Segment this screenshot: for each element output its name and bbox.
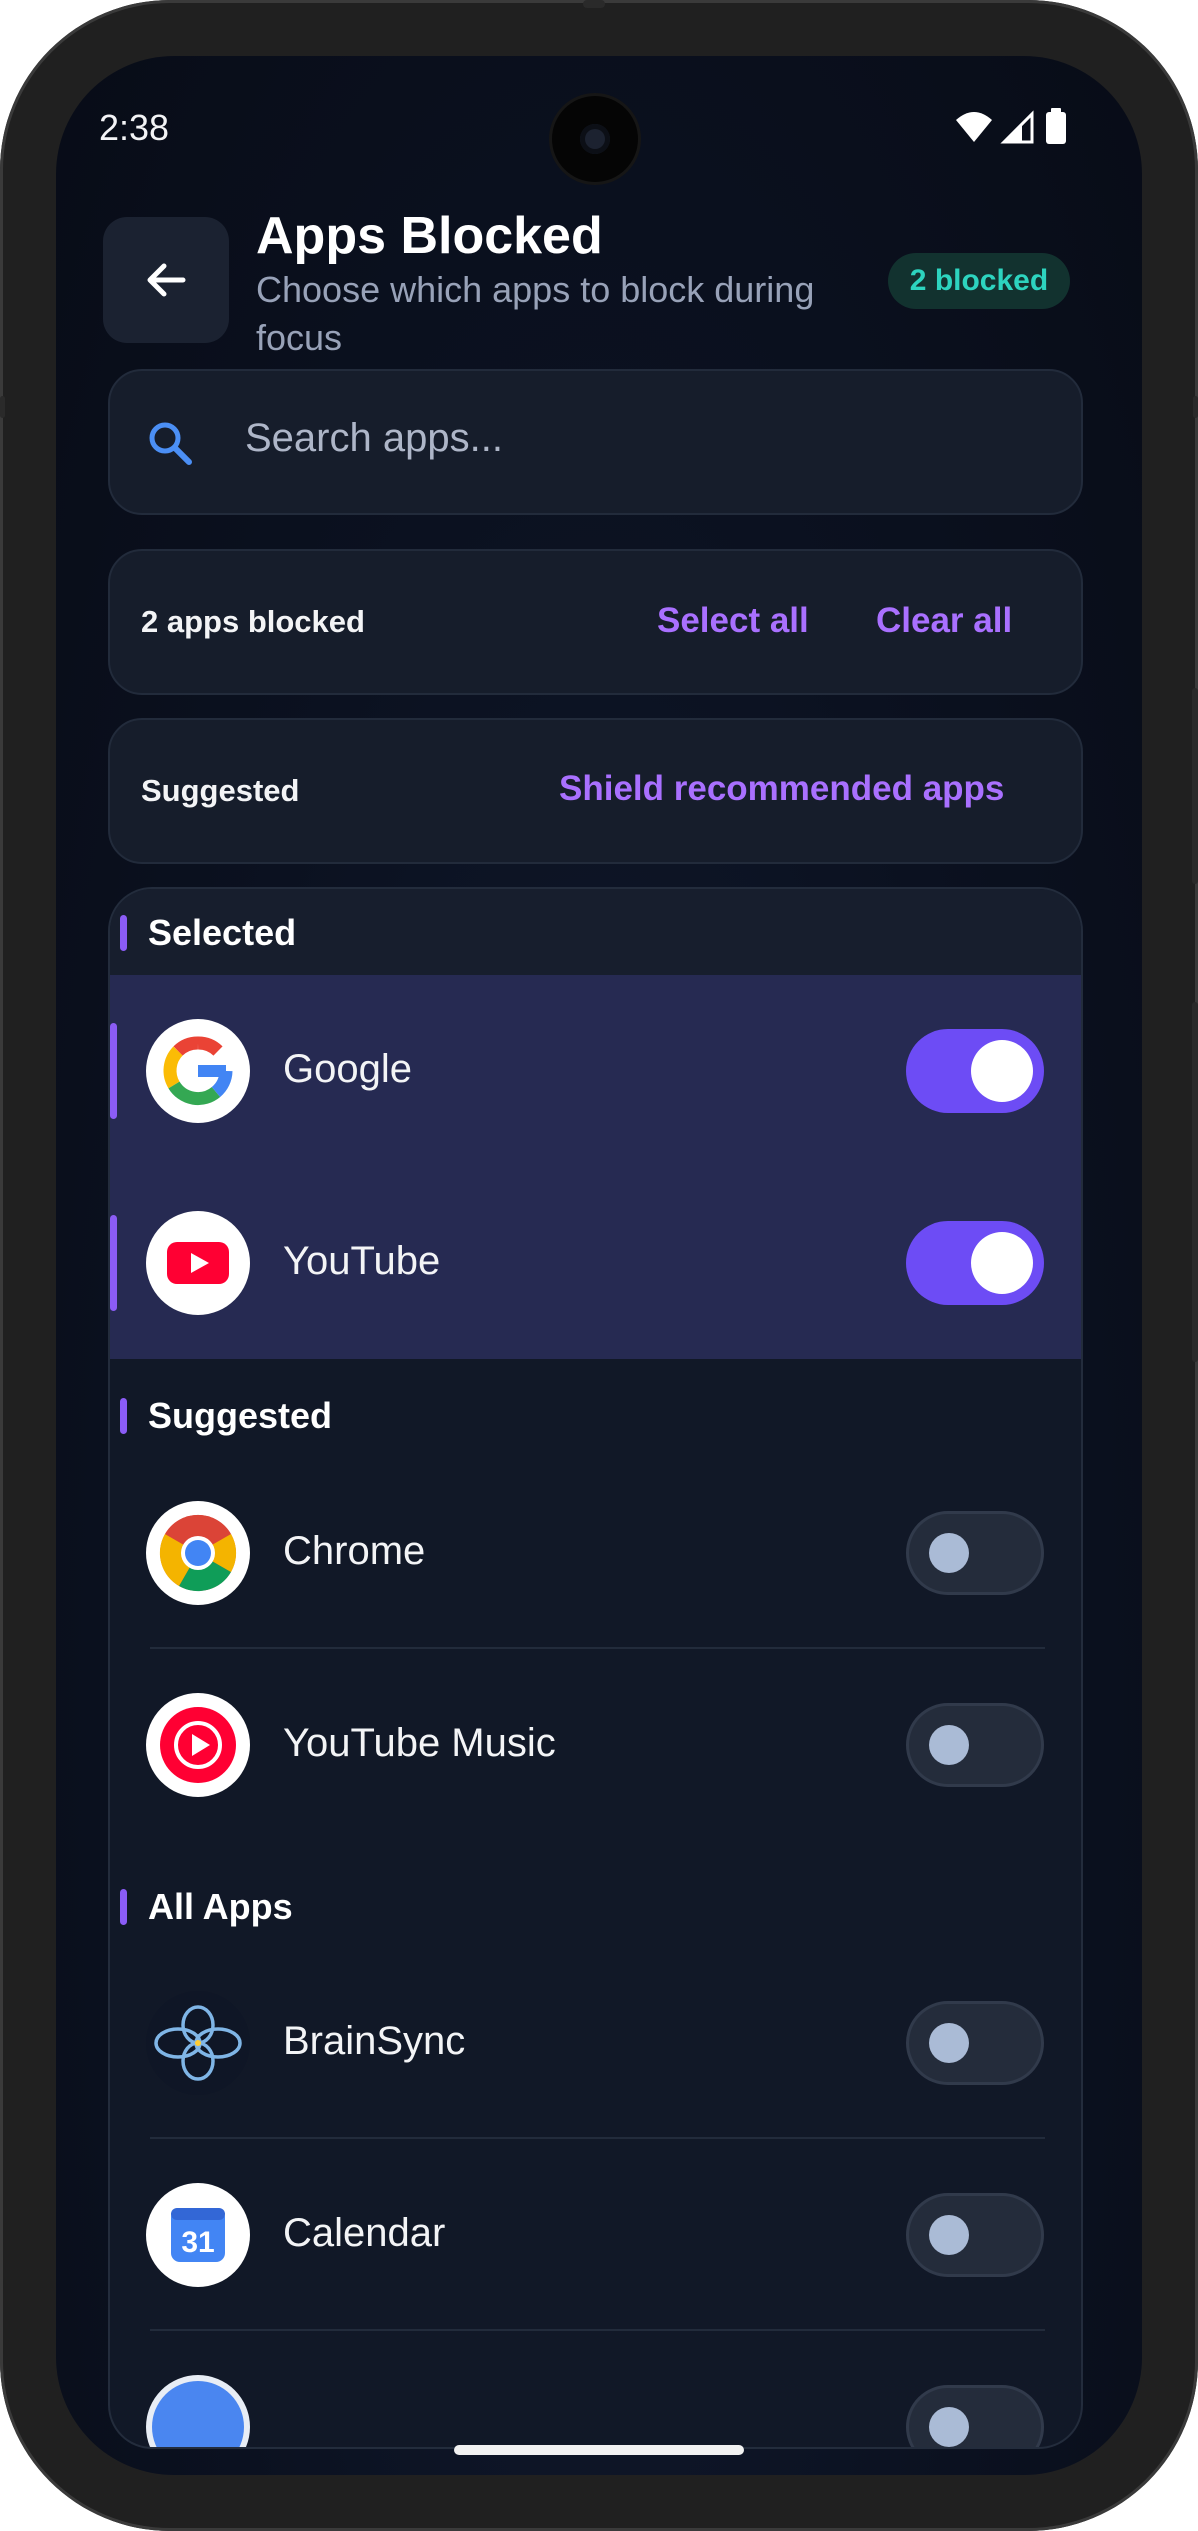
- app-icon: [146, 2375, 250, 2447]
- toggle-knob: [929, 1533, 969, 1573]
- wifi-icon: [956, 112, 992, 142]
- app-name: Calendar: [283, 2211, 446, 2255]
- section-header-selected: Selected: [148, 912, 297, 953]
- front-camera: [552, 96, 638, 182]
- app-row-calendar[interactable]: 31 Calendar: [110, 2139, 1081, 2331]
- blocked-count-label: 2 apps blocked: [141, 604, 365, 639]
- toggle-knob: [929, 2023, 969, 2063]
- app-name: YouTube Music: [283, 1721, 556, 1765]
- svg-text:31: 31: [181, 2226, 214, 2259]
- block-toggle-youtube[interactable]: [906, 1221, 1044, 1305]
- shield-recommended-button[interactable]: Shield recommended apps: [559, 769, 1004, 809]
- youtube-icon: [146, 1211, 250, 1315]
- block-toggle-calendar[interactable]: [906, 2193, 1044, 2277]
- block-toggle-youtube-music[interactable]: [906, 1703, 1044, 1787]
- section-marker: [120, 915, 127, 951]
- section-marker: [120, 1889, 127, 1925]
- toggle-knob: [929, 2215, 969, 2255]
- clear-all-button[interactable]: Clear all: [876, 601, 1012, 641]
- back-button[interactable]: [103, 217, 229, 343]
- frame-notch-left: [0, 396, 5, 418]
- page-title: Apps Blocked: [256, 207, 603, 265]
- selected-accent: [110, 1215, 117, 1311]
- blocked-count-badge: 2 blocked: [888, 253, 1070, 309]
- app-row-youtube[interactable]: YouTube: [110, 1167, 1081, 1359]
- screen: 2:38 Apps Blocked Choose which apps to b…: [56, 56, 1142, 2475]
- app-name: YouTube: [283, 1239, 441, 1283]
- app-name: Google: [283, 1047, 412, 1091]
- app-row-partial[interactable]: [110, 2331, 1081, 2447]
- signal-icon: [1000, 110, 1034, 144]
- toggle-knob: [929, 2407, 969, 2447]
- home-indicator[interactable]: [454, 2445, 744, 2455]
- search-placeholder: Search apps...: [245, 416, 503, 460]
- select-all-button[interactable]: Select all: [657, 601, 809, 641]
- app-list: Selected Google YouTube Suggested Chrome…: [108, 887, 1083, 2449]
- suggested-bar-label: Suggested: [141, 773, 300, 808]
- battery-icon: [1046, 108, 1066, 144]
- app-name: Chrome: [283, 1529, 426, 1573]
- arrow-left-icon: [147, 263, 186, 297]
- toggle-knob: [971, 1040, 1033, 1102]
- phone-frame: 2:38 Apps Blocked Choose which apps to b…: [0, 0, 1198, 2531]
- status-time: 2:38: [99, 107, 170, 148]
- block-toggle-chrome[interactable]: [906, 1511, 1044, 1595]
- selected-accent: [110, 1023, 117, 1119]
- status-icons: [946, 108, 1126, 148]
- google-icon: [146, 1019, 250, 1123]
- search-icon: [145, 418, 195, 468]
- toggle-knob: [929, 1725, 969, 1765]
- page-subtitle: Choose which apps to block during focus: [256, 269, 815, 358]
- frame-notch-top: [583, 0, 605, 8]
- frame-notch-right: [1193, 396, 1198, 418]
- youtube-music-icon: [146, 1693, 250, 1797]
- brainsync-icon: [146, 1991, 250, 2095]
- section-marker: [120, 1398, 127, 1434]
- app-row-chrome[interactable]: Chrome: [110, 1457, 1081, 1649]
- volume-button: [1192, 688, 1198, 884]
- app-row-google[interactable]: Google: [110, 975, 1081, 1167]
- app-name: BrainSync: [283, 2019, 466, 2063]
- toggle-knob: [971, 1232, 1033, 1294]
- section-header-suggested: Suggested: [148, 1395, 333, 1436]
- calendar-icon: 31: [146, 2183, 250, 2287]
- block-toggle[interactable]: [906, 2385, 1044, 2447]
- power-button: [1192, 1002, 1198, 1362]
- app-row-youtube-music[interactable]: YouTube Music: [110, 1649, 1081, 1841]
- chrome-icon: [146, 1501, 250, 1605]
- block-toggle-google[interactable]: [906, 1029, 1044, 1113]
- section-header-all-apps: All Apps: [148, 1886, 293, 1927]
- block-toggle-brainsync[interactable]: [906, 2001, 1044, 2085]
- app-row-brainsync[interactable]: BrainSync: [110, 1947, 1081, 2139]
